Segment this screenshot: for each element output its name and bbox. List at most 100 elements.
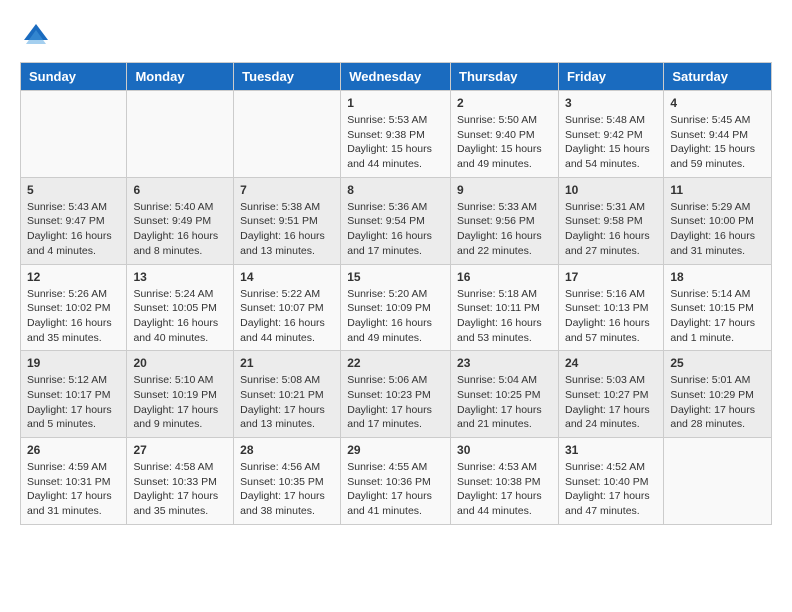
day-number: 29: [347, 443, 444, 457]
day-info: Sunrise: 5:36 AM Sunset: 9:54 PM Dayligh…: [347, 200, 444, 259]
day-info: Sunrise: 4:59 AM Sunset: 10:31 PM Daylig…: [27, 460, 120, 519]
calendar-cell: 17 Sunrise: 5:16 AM Sunset: 10:13 PM Dayl…: [558, 264, 663, 351]
day-number: 9: [457, 183, 552, 197]
calendar-cell: 21 Sunrise: 5:08 AM Sunset: 10:21 PM Dayl…: [234, 351, 341, 438]
calendar-cell: 9Sunrise: 5:33 AM Sunset: 9:56 PM Daylig…: [451, 177, 559, 264]
day-info: Sunrise: 5:16 AM Sunset: 10:13 PM Daylig…: [565, 287, 657, 346]
day-number: 27: [133, 443, 227, 457]
logo-icon: [20, 20, 52, 52]
calendar-cell: 29 Sunrise: 4:55 AM Sunset: 10:36 PM Dayl…: [341, 438, 451, 525]
calendar-cell: 26 Sunrise: 4:59 AM Sunset: 10:31 PM Dayl…: [21, 438, 127, 525]
calendar-cell: 22 Sunrise: 5:06 AM Sunset: 10:23 PM Dayl…: [341, 351, 451, 438]
header-day: Sunday: [21, 63, 127, 91]
calendar-week-row: 26 Sunrise: 4:59 AM Sunset: 10:31 PM Dayl…: [21, 438, 772, 525]
day-info: Sunrise: 5:10 AM Sunset: 10:19 PM Daylig…: [133, 373, 227, 432]
day-info: Sunrise: 5:01 AM Sunset: 10:29 PM Daylig…: [670, 373, 765, 432]
calendar-cell: 3Sunrise: 5:48 AM Sunset: 9:42 PM Daylig…: [558, 91, 663, 178]
day-info: Sunrise: 5:45 AM Sunset: 9:44 PM Dayligh…: [670, 113, 765, 172]
header-day: Friday: [558, 63, 663, 91]
calendar-cell: 27 Sunrise: 4:58 AM Sunset: 10:33 PM Dayl…: [127, 438, 234, 525]
calendar-cell: 23 Sunrise: 5:04 AM Sunset: 10:25 PM Dayl…: [451, 351, 559, 438]
calendar-cell: 11Sunrise: 5:29 AM Sunset: 10:00 PM Dayl…: [664, 177, 772, 264]
day-number: 26: [27, 443, 120, 457]
day-info: Sunrise: 4:53 AM Sunset: 10:38 PM Daylig…: [457, 460, 552, 519]
day-number: 22: [347, 356, 444, 370]
day-number: 17: [565, 270, 657, 284]
calendar-week-row: 1Sunrise: 5:53 AM Sunset: 9:38 PM Daylig…: [21, 91, 772, 178]
day-info: Sunrise: 5:38 AM Sunset: 9:51 PM Dayligh…: [240, 200, 334, 259]
day-number: 21: [240, 356, 334, 370]
day-info: Sunrise: 5:03 AM Sunset: 10:27 PM Daylig…: [565, 373, 657, 432]
calendar-cell: 12 Sunrise: 5:26 AM Sunset: 10:02 PM Dayl…: [21, 264, 127, 351]
calendar-cell: 30Sunrise: 4:53 AM Sunset: 10:38 PM Dayl…: [451, 438, 559, 525]
day-number: 11: [670, 183, 765, 197]
day-info: Sunrise: 5:26 AM Sunset: 10:02 PM Daylig…: [27, 287, 120, 346]
day-number: 28: [240, 443, 334, 457]
calendar-cell: [234, 91, 341, 178]
day-number: 13: [133, 270, 227, 284]
logo: [20, 20, 56, 52]
day-number: 18: [670, 270, 765, 284]
day-number: 19: [27, 356, 120, 370]
calendar-cell: 25Sunrise: 5:01 AM Sunset: 10:29 PM Dayl…: [664, 351, 772, 438]
day-number: 7: [240, 183, 334, 197]
calendar-cell: [127, 91, 234, 178]
calendar-week-row: 5 Sunrise: 5:43 AM Sunset: 9:47 PM Daylig…: [21, 177, 772, 264]
header-day: Wednesday: [341, 63, 451, 91]
calendar-week-row: 19Sunrise: 5:12 AM Sunset: 10:17 PM Dayl…: [21, 351, 772, 438]
day-info: Sunrise: 5:22 AM Sunset: 10:07 PM Daylig…: [240, 287, 334, 346]
day-info: Sunrise: 5:14 AM Sunset: 10:15 PM Daylig…: [670, 287, 765, 346]
day-number: 4: [670, 96, 765, 110]
calendar-cell: 31 Sunrise: 4:52 AM Sunset: 10:40 PM Dayl…: [558, 438, 663, 525]
header-day: Monday: [127, 63, 234, 91]
calendar-cell: 24 Sunrise: 5:03 AM Sunset: 10:27 PM Dayl…: [558, 351, 663, 438]
day-number: 5: [27, 183, 120, 197]
day-number: 15: [347, 270, 444, 284]
calendar-cell: 6Sunrise: 5:40 AM Sunset: 9:49 PM Daylig…: [127, 177, 234, 264]
day-info: Sunrise: 5:06 AM Sunset: 10:23 PM Daylig…: [347, 373, 444, 432]
header-day: Thursday: [451, 63, 559, 91]
calendar-cell: 4 Sunrise: 5:45 AM Sunset: 9:44 PM Daylig…: [664, 91, 772, 178]
day-info: Sunrise: 5:20 AM Sunset: 10:09 PM Daylig…: [347, 287, 444, 346]
day-number: 24: [565, 356, 657, 370]
calendar-cell: [21, 91, 127, 178]
calendar-cell: [664, 438, 772, 525]
calendar-cell: 1Sunrise: 5:53 AM Sunset: 9:38 PM Daylig…: [341, 91, 451, 178]
calendar-cell: 7 Sunrise: 5:38 AM Sunset: 9:51 PM Daylig…: [234, 177, 341, 264]
day-number: 12: [27, 270, 120, 284]
day-number: 8: [347, 183, 444, 197]
day-number: 10: [565, 183, 657, 197]
header-day: Saturday: [664, 63, 772, 91]
calendar-cell: 5 Sunrise: 5:43 AM Sunset: 9:47 PM Daylig…: [21, 177, 127, 264]
day-number: 31: [565, 443, 657, 457]
calendar-cell: 14 Sunrise: 5:22 AM Sunset: 10:07 PM Dayl…: [234, 264, 341, 351]
day-info: Sunrise: 5:04 AM Sunset: 10:25 PM Daylig…: [457, 373, 552, 432]
calendar-week-row: 12 Sunrise: 5:26 AM Sunset: 10:02 PM Dayl…: [21, 264, 772, 351]
calendar-cell: 13Sunrise: 5:24 AM Sunset: 10:05 PM Dayl…: [127, 264, 234, 351]
day-number: 14: [240, 270, 334, 284]
day-number: 23: [457, 356, 552, 370]
calendar-cell: 19Sunrise: 5:12 AM Sunset: 10:17 PM Dayl…: [21, 351, 127, 438]
day-info: Sunrise: 4:55 AM Sunset: 10:36 PM Daylig…: [347, 460, 444, 519]
day-info: Sunrise: 5:31 AM Sunset: 9:58 PM Dayligh…: [565, 200, 657, 259]
calendar-cell: 20 Sunrise: 5:10 AM Sunset: 10:19 PM Dayl…: [127, 351, 234, 438]
day-info: Sunrise: 5:08 AM Sunset: 10:21 PM Daylig…: [240, 373, 334, 432]
day-number: 20: [133, 356, 227, 370]
day-info: Sunrise: 5:53 AM Sunset: 9:38 PM Dayligh…: [347, 113, 444, 172]
page-header: [20, 20, 772, 52]
day-info: Sunrise: 5:48 AM Sunset: 9:42 PM Dayligh…: [565, 113, 657, 172]
header-row: SundayMondayTuesdayWednesdayThursdayFrid…: [21, 63, 772, 91]
day-info: Sunrise: 5:50 AM Sunset: 9:40 PM Dayligh…: [457, 113, 552, 172]
calendar-cell: 18 Sunrise: 5:14 AM Sunset: 10:15 PM Dayl…: [664, 264, 772, 351]
day-info: Sunrise: 4:58 AM Sunset: 10:33 PM Daylig…: [133, 460, 227, 519]
calendar-cell: 28Sunrise: 4:56 AM Sunset: 10:35 PM Dayl…: [234, 438, 341, 525]
header-day: Tuesday: [234, 63, 341, 91]
day-info: Sunrise: 4:52 AM Sunset: 10:40 PM Daylig…: [565, 460, 657, 519]
calendar-cell: 2 Sunrise: 5:50 AM Sunset: 9:40 PM Daylig…: [451, 91, 559, 178]
day-number: 2: [457, 96, 552, 110]
day-number: 16: [457, 270, 552, 284]
calendar-body: 1Sunrise: 5:53 AM Sunset: 9:38 PM Daylig…: [21, 91, 772, 525]
day-info: Sunrise: 5:43 AM Sunset: 9:47 PM Dayligh…: [27, 200, 120, 259]
day-info: Sunrise: 5:40 AM Sunset: 9:49 PM Dayligh…: [133, 200, 227, 259]
calendar-cell: 16Sunrise: 5:18 AM Sunset: 10:11 PM Dayl…: [451, 264, 559, 351]
